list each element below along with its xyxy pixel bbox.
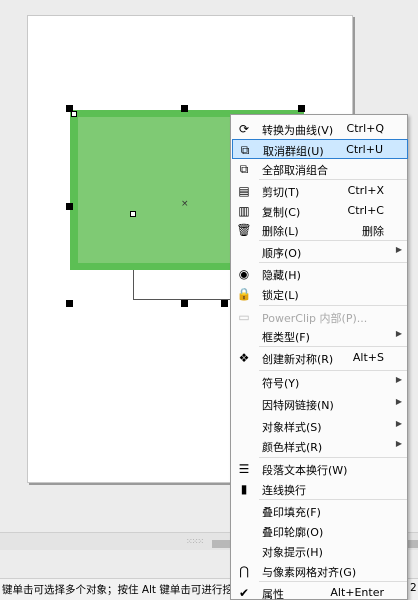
menu-item-hide[interactable]: ◉ 隐藏(H)	[232, 264, 408, 284]
ungroup-icon: ⧉	[240, 143, 250, 157]
submenu-arrow-icon: ▶	[395, 419, 402, 428]
menu-item-label: 颜色样式(R)	[262, 441, 323, 454]
menu-separator	[259, 305, 407, 306]
menu-separator	[259, 240, 407, 241]
menu-separator	[259, 179, 407, 180]
menu-item-label: 删除(L)	[262, 225, 299, 238]
selection-handle-bottom-left[interactable]	[66, 300, 73, 307]
menu-item-overprint-outline[interactable]: 叠印轮廓(O)	[232, 521, 408, 541]
connector-icon: ▮	[240, 482, 248, 496]
menu-item-label: 转换为曲线(V)	[262, 124, 334, 137]
menu-item-shortcut: Ctrl+U	[346, 143, 383, 156]
submenu-arrow-icon: ▶	[395, 375, 402, 384]
submenu-arrow-icon: ▶	[395, 397, 402, 406]
menu-item-shortcut: Alt+Enter	[330, 586, 384, 599]
selection-handle-top-right[interactable]	[298, 105, 305, 112]
outline-vertical-edge	[133, 270, 134, 300]
menu-separator	[259, 262, 407, 263]
check-icon: ✔	[238, 586, 250, 600]
menu-item-delete[interactable]: 🗑 删除(L) 删除	[232, 220, 408, 240]
menu-item-paragraph-wrap[interactable]: ☰ 段落文本换行(W)	[232, 459, 408, 479]
submenu-arrow-icon: ▶	[395, 245, 402, 254]
selection-handle-top-center[interactable]	[181, 105, 188, 112]
menu-item-ungroup-all[interactable]: ⧉ 全部取消组合	[232, 159, 408, 179]
menu-item-label: 叠印填充(F)	[262, 506, 321, 519]
menu-item-shortcut: Ctrl+Q	[346, 122, 384, 135]
menu-item-label: 叠印轮廓(O)	[262, 526, 324, 539]
menu-item-symbol[interactable]: 符号(Y) ▶	[232, 372, 408, 392]
menu-item-properties[interactable]: ✔ 属性 Alt+Enter	[232, 583, 408, 600]
outline-horizontal-edge	[133, 299, 233, 300]
eye-icon: ◉	[238, 267, 250, 281]
resize-grip[interactable]: ⁙⁙⁙	[186, 537, 204, 546]
menu-separator	[259, 346, 407, 347]
menu-item-pixel-align[interactable]: ⋂ 与像素网格对齐(G)	[232, 561, 408, 581]
menu-item-label: 对象提示(H)	[262, 546, 323, 559]
menu-item-shortcut: Alt+S	[352, 351, 384, 364]
menu-item-connector-wrap[interactable]: ▮ 连线换行	[232, 479, 408, 499]
menu-item-shortcut: Ctrl+C	[347, 204, 384, 217]
menu-item-label: 属性	[262, 588, 284, 600]
menu-item-powerclip[interactable]: ▭ PowerClip 内部(P)...	[232, 307, 408, 327]
convert-to-curves-icon: ⟳	[238, 122, 250, 136]
copy-icon: ▥	[238, 204, 250, 218]
trash-icon: 🗑	[236, 223, 252, 237]
status-right-value: 2	[410, 582, 417, 594]
magnet-icon: ⋂	[239, 564, 249, 578]
menu-item-object-styles[interactable]: 对象样式(S) ▶	[232, 416, 408, 436]
submenu-arrow-icon: ▶	[395, 439, 402, 448]
menu-item-shortcut: Ctrl+X	[347, 184, 384, 197]
text-wrap-icon: ☰	[238, 462, 250, 476]
menu-item-copy[interactable]: ▥ 复制(C) Ctrl+C	[232, 201, 408, 221]
context-menu: ⟳ 转换为曲线(V) Ctrl+Q ⧉ 取消群组(U) Ctrl+U ⧉ 全部取消组合 ▤ 剪切(…	[230, 114, 408, 600]
selection-handle-bottom-right[interactable]	[221, 300, 228, 307]
menu-item-label: 全部取消组合	[262, 164, 328, 177]
powerclip-icon: ▭	[238, 310, 250, 324]
menu-item-label: 与像素网格对齐(G)	[262, 566, 357, 579]
menu-item-ungroup[interactable]: ⧉ 取消群组(U) Ctrl+U	[232, 139, 408, 159]
menu-item-cut[interactable]: ▤ 剪切(T) Ctrl+X	[232, 181, 408, 201]
menu-item-label: 对象样式(S)	[262, 421, 322, 434]
menu-item-order[interactable]: 顺序(O) ▶	[232, 242, 408, 262]
menu-item-internet-link[interactable]: 因特网链接(N) ▶	[232, 394, 408, 414]
menu-item-label: PowerClip 内部(P)...	[262, 312, 368, 325]
menu-item-object-hints[interactable]: 对象提示(H)	[232, 541, 408, 561]
node-handle-center[interactable]	[130, 211, 136, 217]
menu-item-label: 锁定(L)	[262, 289, 299, 302]
submenu-arrow-icon: ▶	[395, 329, 402, 338]
menu-separator	[259, 581, 407, 582]
selection-handle-middle-left[interactable]	[66, 203, 73, 210]
menu-item-label: 框类型(F)	[262, 331, 310, 344]
symbol-icon: ❖	[238, 351, 250, 365]
menu-item-label: 段落文本换行(W)	[262, 464, 348, 477]
selection-handle-bottom-center[interactable]	[181, 300, 188, 307]
menu-item-label: 符号(Y)	[262, 377, 300, 390]
menu-item-label: 连线换行	[262, 484, 306, 497]
menu-separator	[259, 457, 407, 458]
menu-item-label: 因特网链接(N)	[262, 399, 334, 412]
ungroup-all-icon: ⧉	[239, 162, 249, 176]
center-x-mark: ×	[181, 199, 189, 209]
menu-item-create-symbol[interactable]: ❖ 创建新对称(R) Alt+S	[232, 348, 408, 368]
lock-icon: 🔒	[236, 287, 252, 301]
menu-item-overprint-fill[interactable]: 叠印填充(F)	[232, 501, 408, 521]
menu-item-frame-type[interactable]: 框类型(F) ▶	[232, 326, 408, 346]
menu-item-shortcut: 删除	[362, 225, 384, 238]
status-hint-text: 键单击可选择多个对象；按住 Alt 键单击可进行挖掘	[2, 584, 234, 596]
menu-item-label: 复制(C)	[262, 206, 301, 219]
menu-item-convert-to-curves[interactable]: ⟳ 转换为曲线(V) Ctrl+Q	[232, 119, 408, 139]
menu-item-label: 隐藏(H)	[262, 269, 301, 282]
menu-item-label: 创建新对称(R)	[262, 353, 334, 366]
menu-separator	[259, 370, 407, 371]
menu-separator	[259, 499, 407, 500]
menu-item-label: 取消群组(U)	[263, 145, 324, 158]
menu-item-lock[interactable]: 🔒 锁定(L)	[232, 284, 408, 304]
menu-item-label: 顺序(O)	[262, 247, 302, 260]
node-handle-top-left[interactable]	[71, 111, 77, 117]
menu-item-color-styles[interactable]: 颜色样式(R) ▶	[232, 436, 408, 456]
cut-icon: ▤	[238, 184, 250, 198]
menu-item-label: 剪切(T)	[262, 186, 300, 199]
